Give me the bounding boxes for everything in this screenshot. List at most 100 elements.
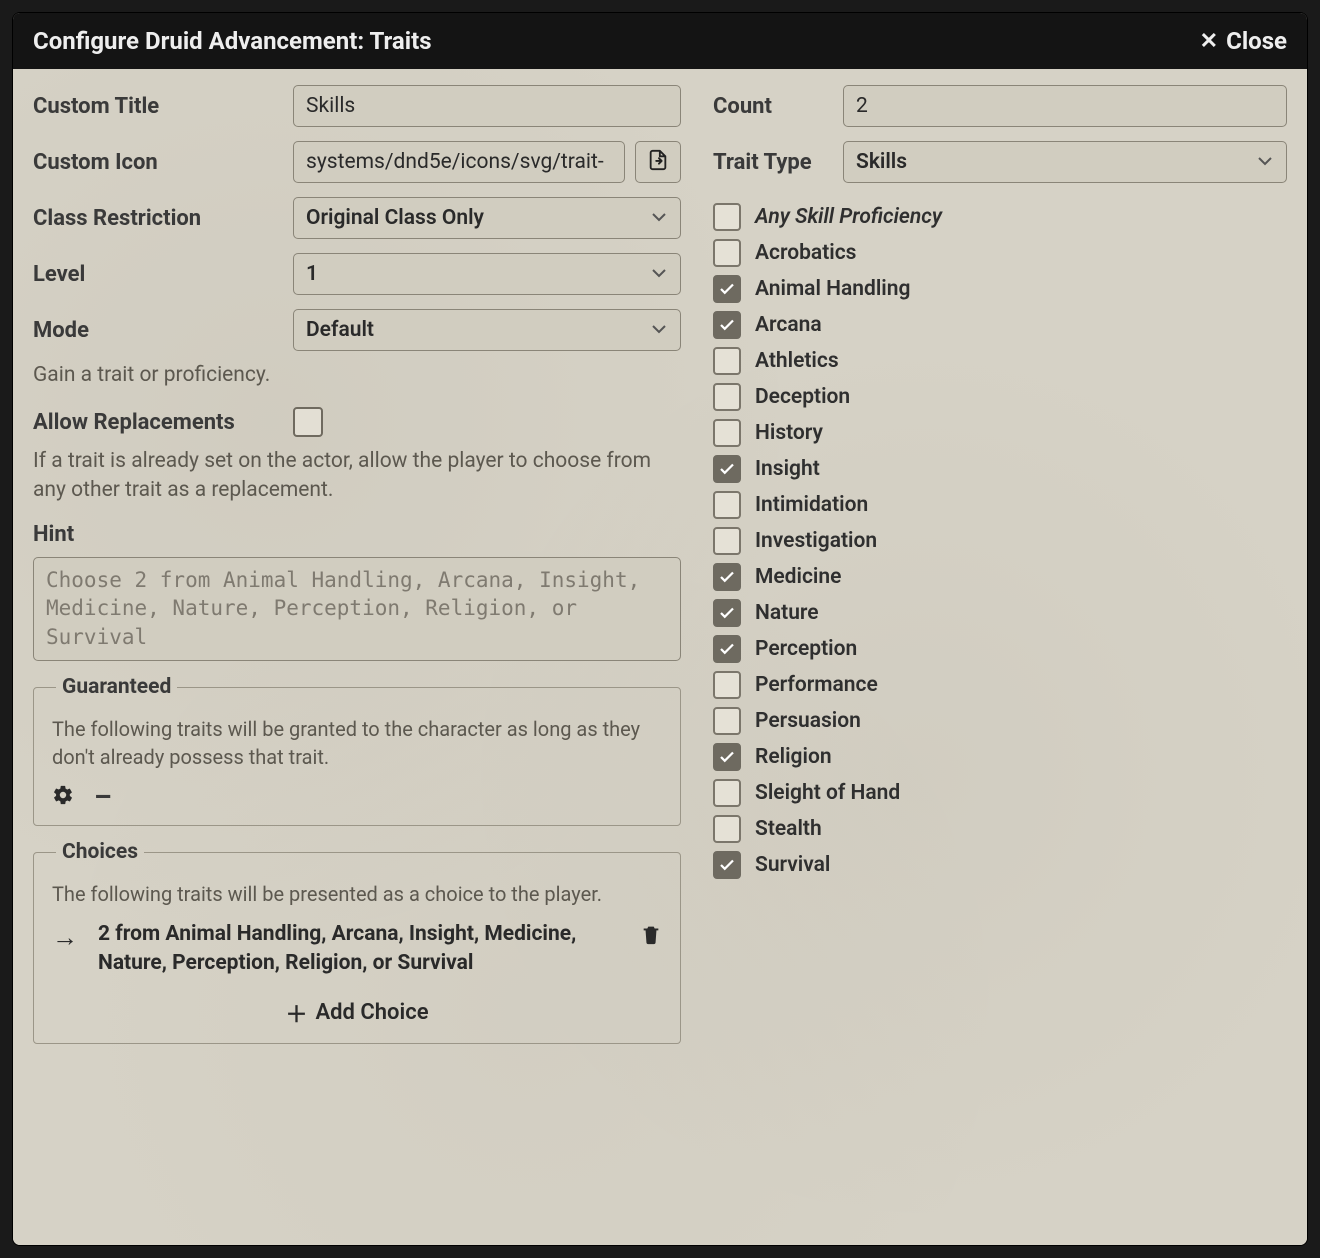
skill-list: Any Skill Proficiency Acrobatics Animal Ha… [713,203,1287,879]
class-restriction-select[interactable]: Original Class Only [293,197,681,239]
skill-checkbox[interactable] [713,707,741,735]
skill-checkbox[interactable] [713,815,741,843]
skill-checkbox[interactable] [713,203,741,231]
skill-item: Sleight of Hand [713,779,1287,807]
skill-checkbox[interactable] [713,635,741,663]
skill-label: Animal Handling [755,277,910,301]
file-picker-button[interactable] [635,141,681,183]
row-class-restriction: Class Restriction Original Class Only [33,197,681,239]
skill-label: Intimidation [755,493,868,517]
skill-label: Stealth [755,817,822,841]
skill-checkbox[interactable] [713,383,741,411]
label-custom-title: Custom Title [33,94,293,119]
plus-icon: ＋ [285,997,307,1029]
skill-item: Perception [713,635,1287,663]
add-choice-button[interactable]: ＋ Add Choice [52,991,662,1029]
file-import-icon [647,149,669,175]
skill-checkbox[interactable] [713,563,741,591]
row-trait-type: Trait Type Skills [713,141,1287,183]
skill-label: Religion [755,745,832,769]
label-hint: Hint [33,522,681,547]
right-column: Count Trait Type Skills Any Skill Profic… [713,85,1287,1225]
skill-item: History [713,419,1287,447]
row-custom-title: Custom Title [33,85,681,127]
skill-item: Stealth [713,815,1287,843]
row-mode: Mode Default [33,309,681,351]
skill-item: Performance [713,671,1287,699]
skill-label: Nature [755,601,819,625]
skill-item: Intimidation [713,491,1287,519]
arrow-right-icon: → [52,922,78,953]
choice-item[interactable]: → 2 from Animal Handling, Arcana, Insigh… [52,920,662,979]
delete-choice-button[interactable] [640,922,662,950]
skill-checkbox[interactable] [713,779,741,807]
config-window: Configure Druid Advancement: Traits ✕ Cl… [12,12,1308,1246]
label-count: Count [713,94,843,119]
skill-item: Insight [713,455,1287,483]
skill-checkbox[interactable] [713,599,741,627]
skill-checkbox[interactable] [713,455,741,483]
skill-checkbox[interactable] [713,491,741,519]
skill-item: Deception [713,383,1287,411]
left-column: Custom Title Custom Icon Class Re [33,85,681,1225]
remove-guaranteed-button[interactable]: – [94,783,112,811]
skill-checkbox[interactable] [713,347,741,375]
skill-checkbox[interactable] [713,239,741,267]
skill-checkbox[interactable] [713,851,741,879]
skill-checkbox[interactable] [713,311,741,339]
skill-item: Nature [713,599,1287,627]
count-input[interactable] [843,85,1287,127]
hint-textarea[interactable] [33,557,681,661]
skill-label: Arcana [755,313,822,337]
skill-checkbox[interactable] [713,275,741,303]
label-trait-type: Trait Type [713,150,843,175]
allow-replacements-checkbox[interactable] [293,407,323,437]
row-level: Level 1 [33,253,681,295]
label-allow-replacements: Allow Replacements [33,410,293,435]
skill-item: Arcana [713,311,1287,339]
skill-label: Survival [755,853,830,877]
custom-title-input[interactable] [293,85,681,127]
skill-label: Medicine [755,565,841,589]
skill-label: Investigation [755,529,877,553]
choice-item-text: 2 from Animal Handling, Arcana, Insight,… [98,920,620,979]
choices-desc: The following traits will be presented a… [52,880,662,908]
skill-item: Survival [713,851,1287,879]
skill-item: Persuasion [713,707,1287,735]
titlebar: Configure Druid Advancement: Traits ✕ Cl… [13,13,1307,69]
gear-icon[interactable] [52,784,74,810]
window-title: Configure Druid Advancement: Traits [33,27,432,55]
skill-label: Sleight of Hand [755,781,900,805]
trait-type-select[interactable]: Skills [843,141,1287,183]
skill-checkbox[interactable] [713,527,741,555]
label-level: Level [33,262,293,287]
choices-group: Choices The following traits will be pre… [33,840,681,1044]
guaranteed-desc: The following traits will be granted to … [52,715,662,771]
level-select[interactable]: 1 [293,253,681,295]
skill-item: Animal Handling [713,275,1287,303]
skill-label: Perception [755,637,857,661]
custom-icon-input[interactable] [293,141,625,183]
skill-label: Insight [755,457,820,481]
label-mode: Mode [33,318,293,343]
add-choice-label: Add Choice [315,1000,428,1025]
skill-item: Religion [713,743,1287,771]
skill-label: Acrobatics [755,241,856,265]
allow-replacements-hint: If a trait is already set on the actor, … [33,447,681,504]
skill-label: Persuasion [755,709,861,733]
close-icon: ✕ [1200,29,1218,54]
skill-checkbox[interactable] [713,743,741,771]
row-allow-replacements: Allow Replacements [33,407,681,437]
row-custom-icon: Custom Icon [33,141,681,183]
skill-checkbox[interactable] [713,419,741,447]
skill-label: History [755,421,823,445]
skill-label: Athletics [755,349,839,373]
skill-label: Any Skill Proficiency [755,205,942,229]
trash-icon [640,931,662,950]
close-label: Close [1226,27,1287,55]
close-button[interactable]: ✕ Close [1200,27,1287,55]
skill-checkbox[interactable] [713,671,741,699]
mode-select[interactable]: Default [293,309,681,351]
skill-item: Athletics [713,347,1287,375]
skill-item: Acrobatics [713,239,1287,267]
